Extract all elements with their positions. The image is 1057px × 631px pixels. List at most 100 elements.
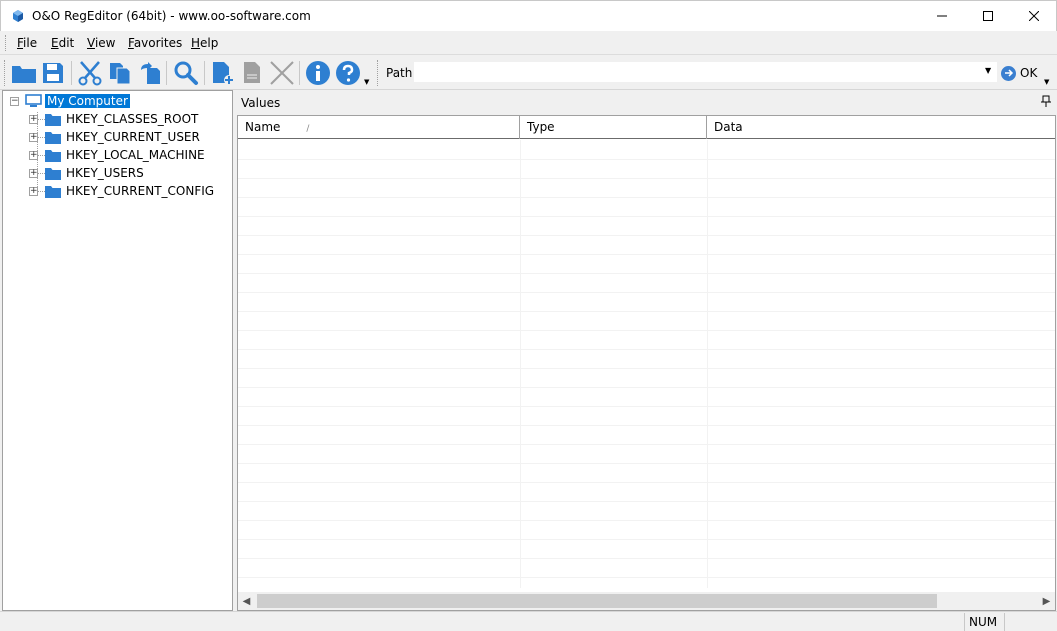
values-grid[interactable]: Name / Type Data ◀ ▶ bbox=[237, 115, 1056, 611]
tree-connector bbox=[37, 119, 45, 120]
grid-column-line bbox=[520, 140, 521, 588]
grid-row-line bbox=[238, 539, 1055, 540]
path-input[interactable] bbox=[414, 62, 997, 82]
close-button[interactable] bbox=[1011, 1, 1057, 31]
grid-row-line bbox=[238, 501, 1055, 502]
new-value-button[interactable] bbox=[238, 59, 266, 87]
save-icon bbox=[43, 63, 63, 83]
column-header-type[interactable]: Type bbox=[520, 116, 707, 139]
path-dropdown-chevron-icon[interactable]: ▼ bbox=[985, 66, 991, 75]
expand-toggle-icon[interactable]: + bbox=[29, 133, 38, 142]
sort-indicator-icon: / bbox=[306, 124, 310, 134]
values-panel: Values Name / Type Data ◀ ▶ bbox=[236, 90, 1057, 611]
help-icon bbox=[336, 61, 360, 85]
ok-overflow-chevron-icon[interactable]: ▼ bbox=[1044, 78, 1049, 86]
toolbar-overflow-chevron-icon[interactable]: ▼ bbox=[364, 78, 369, 86]
new-document-icon bbox=[213, 62, 234, 85]
menu-grip[interactable] bbox=[5, 35, 8, 51]
minimize-icon bbox=[937, 15, 947, 17]
toolbar-separator bbox=[299, 61, 300, 85]
grid-row-line bbox=[238, 330, 1055, 331]
tree-item-hive[interactable]: HKEY_CURRENT_USER bbox=[66, 130, 200, 144]
scroll-thumb[interactable] bbox=[257, 594, 937, 608]
grid-row-line bbox=[238, 159, 1055, 160]
tree-item-hive[interactable]: HKEY_CURRENT_CONFIG bbox=[66, 184, 214, 198]
registry-tree[interactable]: − My Computer + HKEY_CLASSES_ROOT + HKEY… bbox=[2, 90, 233, 611]
paste-button[interactable] bbox=[136, 59, 164, 87]
menu-file[interactable]: File bbox=[17, 36, 37, 50]
column-header-name[interactable]: Name / bbox=[238, 116, 520, 139]
scroll-right-icon[interactable]: ▶ bbox=[1038, 592, 1055, 610]
maximize-button[interactable] bbox=[965, 1, 1011, 31]
grid-row-line bbox=[238, 387, 1055, 388]
values-panel-title: Values bbox=[241, 96, 281, 110]
grid-row-line bbox=[238, 520, 1055, 521]
status-cell-empty bbox=[1004, 613, 1057, 631]
grid-row-line bbox=[238, 558, 1055, 559]
tree-connector bbox=[37, 137, 45, 138]
search-button[interactable] bbox=[172, 59, 200, 87]
copy-button[interactable] bbox=[106, 59, 134, 87]
arrow-right-icon bbox=[1001, 65, 1016, 81]
info-icon bbox=[306, 61, 330, 85]
expand-toggle-icon[interactable]: + bbox=[29, 151, 38, 160]
grid-row-line bbox=[238, 216, 1055, 217]
close-icon bbox=[1029, 11, 1039, 21]
folder-icon bbox=[45, 168, 61, 180]
column-header-data[interactable]: Data bbox=[707, 116, 1055, 139]
save-button[interactable] bbox=[39, 59, 67, 87]
toolbar-separator bbox=[204, 61, 205, 85]
tree-connector bbox=[37, 155, 45, 156]
document-disabled-icon bbox=[244, 62, 260, 83]
minimize-button[interactable] bbox=[919, 1, 965, 31]
grid-row-line bbox=[238, 577, 1055, 578]
menu-view[interactable]: View bbox=[87, 36, 115, 50]
toolbar-grip[interactable] bbox=[4, 60, 7, 86]
tree-item-hive[interactable]: HKEY_CLASSES_ROOT bbox=[66, 112, 198, 126]
folder-icon bbox=[45, 186, 61, 198]
grid-header: Name / Type Data bbox=[238, 116, 1055, 139]
copy-icon bbox=[110, 63, 131, 85]
folder-open-icon bbox=[12, 66, 36, 83]
grid-row-line bbox=[238, 197, 1055, 198]
grid-row-line bbox=[238, 311, 1055, 312]
ok-label: OK bbox=[1020, 66, 1038, 80]
help-button[interactable] bbox=[334, 59, 362, 87]
path-grip[interactable] bbox=[377, 60, 380, 86]
grid-row-line bbox=[238, 349, 1055, 350]
expand-toggle-icon[interactable]: + bbox=[29, 115, 38, 124]
new-key-button[interactable] bbox=[209, 59, 237, 87]
toolbar: ▼ Path ▼ OK ▼ bbox=[0, 56, 1057, 90]
delete-x-icon bbox=[270, 61, 294, 85]
menu-favorites[interactable]: Favorites bbox=[128, 36, 182, 50]
tree-connector bbox=[37, 191, 45, 192]
grid-row-line bbox=[238, 444, 1055, 445]
folder-icon bbox=[45, 114, 61, 126]
expand-toggle-icon[interactable]: + bbox=[29, 187, 38, 196]
menu-edit[interactable]: Edit bbox=[51, 36, 74, 50]
tree-item-hive[interactable]: HKEY_USERS bbox=[66, 166, 144, 180]
tree-item-hive[interactable]: HKEY_LOCAL_MACHINE bbox=[66, 148, 205, 162]
tree-item-my-computer[interactable]: My Computer bbox=[45, 94, 130, 108]
cut-button[interactable] bbox=[76, 59, 104, 87]
grid-row-line bbox=[238, 235, 1055, 236]
grid-row-line bbox=[238, 406, 1055, 407]
grid-row-line bbox=[238, 273, 1055, 274]
collapse-toggle-icon[interactable]: − bbox=[10, 97, 19, 106]
ok-button[interactable]: OK bbox=[1001, 62, 1037, 84]
expand-toggle-icon[interactable]: + bbox=[29, 169, 38, 178]
delete-button[interactable] bbox=[268, 59, 296, 87]
grid-row-line bbox=[238, 292, 1055, 293]
info-button[interactable] bbox=[304, 59, 332, 87]
pin-icon[interactable] bbox=[1041, 95, 1051, 107]
grid-row-line bbox=[238, 254, 1055, 255]
horizontal-scrollbar[interactable]: ◀ ▶ bbox=[238, 592, 1055, 610]
computer-icon bbox=[25, 94, 42, 107]
num-lock-indicator: NUM bbox=[964, 613, 1004, 631]
scroll-left-icon[interactable]: ◀ bbox=[238, 592, 255, 610]
grid-row-line bbox=[238, 368, 1055, 369]
window-title: O&O RegEditor (64bit) - www.oo-software.… bbox=[32, 9, 311, 23]
menu-help[interactable]: Help bbox=[191, 36, 218, 50]
folder-icon bbox=[45, 150, 61, 162]
open-button[interactable] bbox=[10, 59, 38, 87]
